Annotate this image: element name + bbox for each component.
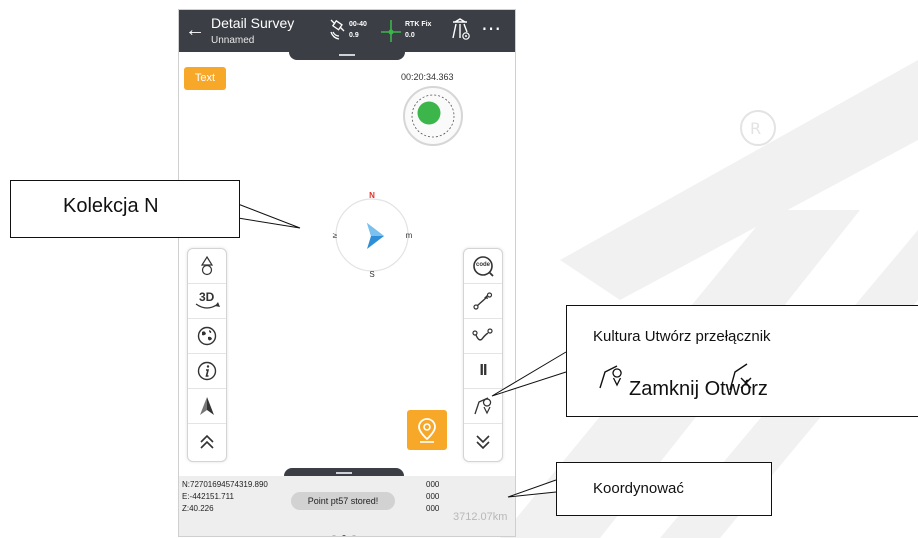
northing-value: N:72701694574319.890 [182,480,268,489]
globe-icon [197,326,217,346]
double-chevron-down-icon [476,434,490,449]
elevation-value: Z:40.226 [182,504,214,513]
top-bar: ← Detail Survey Unnamed 00-40 0.9 RTK Fi… [179,10,515,52]
view-3d-button[interactable]: 3D [188,284,226,319]
layers-button[interactable] [188,319,226,354]
code-icon: code [472,255,494,277]
receiver-icon[interactable] [450,18,472,44]
feature-line-icon [599,365,622,389]
satellite-pdop: 0.9 [349,32,359,39]
compass-north-label: N [369,192,375,200]
top-drawer-handle[interactable] [289,52,405,60]
code-label: code [476,262,491,268]
precision-value: 000 [426,492,440,501]
feature-callout-title: Kultura Utwórz przełącznik [593,328,771,345]
rotate-icon [195,302,220,309]
bottom-drawer-handle[interactable] [284,468,404,476]
coordinates-panel[interactable]: N:72701694574319.890 E:-442151.711 Z:40.… [179,476,515,536]
collapse-toolbar-button[interactable] [464,424,502,459]
fix-status-icon[interactable] [380,18,402,44]
elapsed-timer: 00:20:34.363 [401,72,454,82]
compass[interactable]: N S m ≥ [329,192,415,278]
more-menu-icon[interactable]: ⋯ [481,19,502,39]
info-button[interactable] [188,354,226,389]
pause-icon: II [479,362,488,379]
code-button[interactable]: code [464,249,502,284]
precision-value: 000 [426,480,440,489]
point-stored-toast: Point pt57 stored! [291,492,395,510]
satellite-count: 00-40 [349,21,367,28]
screen-title: Detail Survey [211,15,295,31]
feature-line-icon [474,397,492,415]
rtk-status: RTK Fix [405,21,432,28]
svg-text:R: R [750,119,761,138]
compass-south-label: S [369,270,374,278]
collection-progress-icon [403,86,463,146]
compass-callout-label: Kolekcja N [63,195,159,217]
polyline-tool-button[interactable] [464,319,502,354]
text-button[interactable]: Text [184,67,226,90]
back-arrow-icon[interactable]: ← [185,20,205,40]
easting-value: E:-442151.711 [182,492,234,501]
page-dot[interactable] [332,535,336,536]
project-name: Unnamed [211,35,255,46]
coordinates-callout: Koordynować [556,462,772,516]
stakeout-point-button[interactable] [188,249,226,284]
page-dot-active[interactable] [342,535,346,536]
info-icon [197,361,217,381]
feature-callout-subtitle: Zamknij Otwórz [629,378,768,400]
right-toolbar: code II [463,248,503,462]
feature-toggle-button[interactable] [464,389,502,424]
precision-value: 000 [426,504,440,513]
location-pin-icon [418,418,436,443]
left-toolbar: 3D [187,248,227,462]
compass-east-label: m [406,231,413,240]
satellite-icon[interactable] [329,18,347,42]
line-tool-button[interactable] [464,284,502,319]
phone-screen: ← Detail Survey Unnamed 00-40 0.9 RTK Fi… [178,9,516,537]
north-arrow-icon [200,397,214,415]
expand-toolbar-button[interactable] [188,424,226,459]
collect-point-button[interactable] [407,410,447,450]
double-chevron-up-icon [200,434,214,449]
compass-callout: Kolekcja N [10,180,240,238]
page-dot[interactable] [352,535,356,536]
distance-value: 3712.07km [453,511,508,523]
rtk-age: 0.0 [405,32,415,39]
line-segment-icon [473,292,493,310]
pause-button[interactable]: II [464,354,502,389]
feature-callout: Kultura Utwórz przełącznik Zamknij Otwór… [566,305,918,417]
compass-west-label: ≥ [333,231,338,240]
page-indicator [329,526,359,536]
coordinates-callout-label: Koordynować [593,480,684,497]
navigation-mode-button[interactable] [188,389,226,424]
polyline-icon [472,328,493,341]
pole-icon [200,255,214,276]
